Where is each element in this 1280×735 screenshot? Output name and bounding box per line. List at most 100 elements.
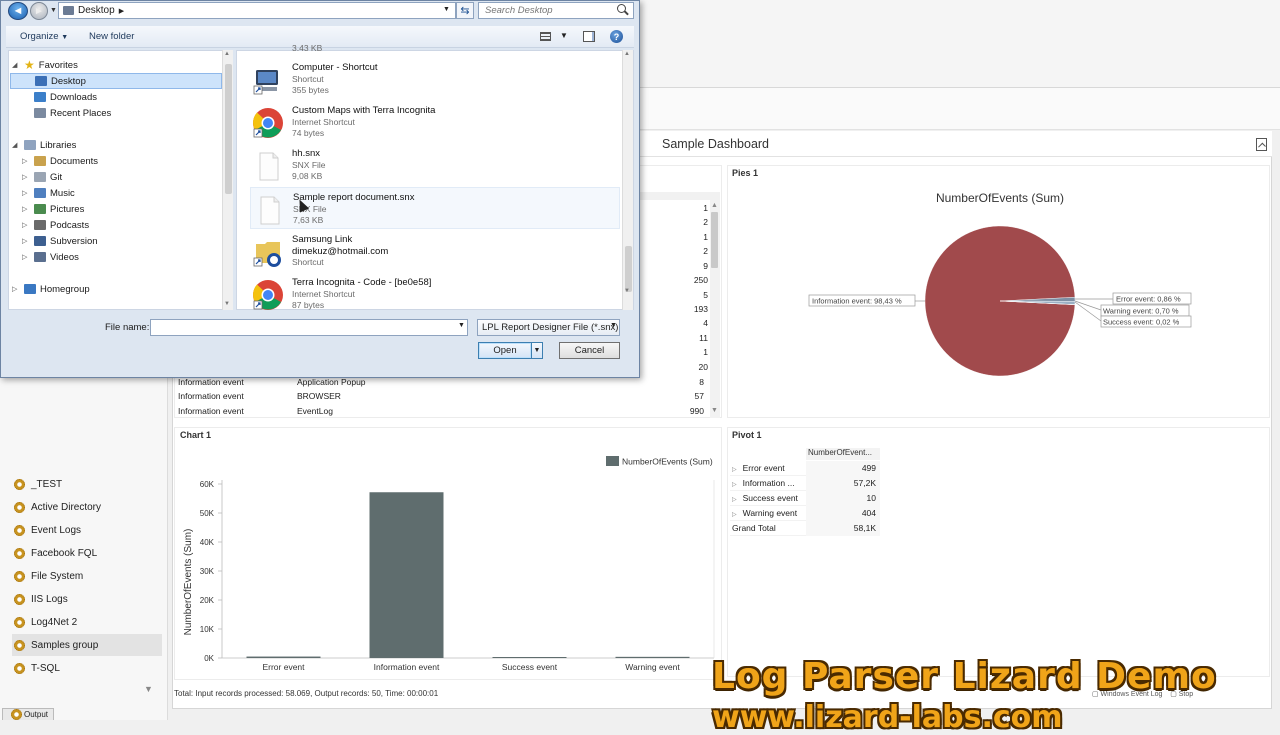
file-name: Terra Incognita - Code - [be0e58] bbox=[292, 277, 432, 288]
query-group-item[interactable]: Facebook FQL bbox=[12, 542, 162, 564]
tree-item-music[interactable]: ▷ Music bbox=[10, 185, 222, 201]
pivot-column-header[interactable]: NumberOfEvent... bbox=[806, 448, 880, 460]
address-dropdown-icon[interactable]: ▼ bbox=[443, 6, 450, 13]
tree-homegroup[interactable]: ▷ Homegroup bbox=[10, 281, 222, 297]
expander-icon[interactable]: ▷ bbox=[22, 189, 30, 197]
back-button[interactable]: ◄ bbox=[8, 2, 28, 20]
expand-icon[interactable]: ▷ bbox=[732, 497, 737, 503]
query-group-item[interactable]: T-SQL bbox=[12, 657, 162, 679]
expand-icon[interactable]: ▷ bbox=[732, 467, 737, 473]
new-folder-button[interactable]: New folder bbox=[89, 31, 134, 42]
nav-scroll-up-icon[interactable]: ▲ bbox=[224, 51, 230, 57]
expander-icon[interactable]: ▷ bbox=[22, 173, 30, 181]
file-name-input[interactable] bbox=[150, 319, 468, 336]
file-item[interactable]: Terra Incognita - Code - [be0e58] Interne… bbox=[250, 273, 620, 315]
grid-scroll-down-icon[interactable]: ▼ bbox=[711, 407, 718, 414]
file-type-select[interactable]: LPL Report Designer File (*.snx) bbox=[477, 319, 620, 336]
collapse-icon[interactable]: ◢ bbox=[12, 61, 20, 69]
tree-favorites[interactable]: ◢ ★ Favorites bbox=[10, 57, 222, 73]
change-view-icon[interactable] bbox=[540, 32, 551, 41]
open-options-dropdown-icon[interactable]: ▼ bbox=[531, 342, 543, 359]
refresh-button[interactable]: ⇆ bbox=[456, 2, 474, 19]
document-icon bbox=[259, 152, 279, 181]
file-name-dropdown-icon[interactable]: ▼ bbox=[458, 322, 465, 329]
output-tab[interactable]: Output bbox=[2, 708, 54, 720]
query-group-item[interactable]: Active Directory bbox=[12, 496, 162, 518]
query-group-item[interactable]: _TEST bbox=[12, 473, 162, 495]
tree-item-podcasts[interactable]: ▷ Podcasts bbox=[10, 217, 222, 233]
file-item[interactable]: Custom Maps with Terra Incognita Internet… bbox=[250, 101, 620, 143]
pie-label-warning: Warning event: 0,70 % bbox=[1100, 304, 1190, 317]
expander-icon[interactable]: ▷ bbox=[22, 253, 30, 261]
bar[interactable] bbox=[246, 656, 321, 658]
tree-item-subversion[interactable]: ▷ Subversion bbox=[10, 233, 222, 249]
tree-item-documents[interactable]: ▷ Documents bbox=[10, 153, 222, 169]
file-list-scrollbar[interactable] bbox=[622, 50, 633, 310]
export-icon[interactable] bbox=[1256, 138, 1267, 151]
open-button[interactable]: Open bbox=[478, 342, 532, 359]
pivot-row[interactable]: ▷ Success event 10 bbox=[730, 491, 880, 506]
organize-button[interactable]: Organize ▼ bbox=[20, 31, 68, 42]
expander-icon[interactable]: ▷ bbox=[22, 157, 30, 165]
table-row[interactable]: Information event Application Popup 8 bbox=[178, 377, 718, 391]
search-input[interactable]: Search Desktop bbox=[478, 2, 634, 19]
tree-item-videos[interactable]: ▷ Videos bbox=[10, 249, 222, 265]
table-row[interactable]: Information event BROWSER 57 bbox=[178, 391, 718, 405]
nav-scroll-down-icon[interactable]: ▼ bbox=[224, 301, 230, 307]
pivot-row[interactable]: ▷ Warning event 404 bbox=[730, 506, 880, 521]
videos-icon bbox=[34, 252, 46, 262]
query-group-item[interactable]: Event Logs bbox=[12, 519, 162, 541]
view-dropdown-icon[interactable]: ▼ bbox=[560, 31, 568, 40]
history-dropdown-icon[interactable]: ▼ bbox=[50, 7, 57, 14]
tree-item-downloads[interactable]: Downloads bbox=[10, 89, 222, 105]
tree-item-pictures[interactable]: ▷ Pictures bbox=[10, 201, 222, 217]
expand-icon[interactable]: ▷ bbox=[732, 482, 737, 488]
navigation-scrollbar[interactable] bbox=[222, 50, 233, 310]
query-group-item[interactable]: File System bbox=[12, 565, 162, 587]
collapse-icon[interactable]: ◢ bbox=[12, 141, 20, 149]
bar[interactable] bbox=[492, 657, 567, 658]
navigation-scrollbar-thumb[interactable] bbox=[225, 64, 232, 194]
bar[interactable] bbox=[615, 656, 690, 658]
files-scroll-down-icon[interactable]: ▼ bbox=[624, 288, 630, 294]
forward-button[interactable]: ► bbox=[30, 2, 48, 20]
file-item[interactable]: Samsung Link dimekuz@hotmail.com Shortcut bbox=[250, 230, 620, 272]
y-tick-label: 10K bbox=[200, 625, 215, 634]
grid-scrollbar[interactable] bbox=[710, 200, 720, 418]
file-size: 355 bytes bbox=[292, 85, 329, 95]
table-row[interactable]: Information event EventLog 990 bbox=[178, 406, 718, 420]
file-list-scrollbar-thumb[interactable] bbox=[625, 246, 632, 292]
grid-scroll-up-icon[interactable]: ▲ bbox=[711, 202, 718, 209]
expander-icon[interactable]: ▷ bbox=[22, 205, 30, 213]
pivot-row[interactable]: ▷ Information ... 57,2K bbox=[730, 476, 880, 491]
tree-item-desktop[interactable]: Desktop bbox=[10, 73, 222, 89]
preview-pane-icon[interactable] bbox=[583, 31, 595, 42]
address-bar[interactable]: Desktop ▶ bbox=[58, 2, 456, 19]
cancel-button[interactable]: Cancel bbox=[559, 342, 620, 359]
expander-icon[interactable]: ▷ bbox=[22, 221, 30, 229]
file-item[interactable]: hh.snx SNX File 9,08 KB bbox=[250, 144, 620, 186]
grid-count-cell: 1 bbox=[703, 347, 708, 357]
file-item[interactable]: Computer - Shortcut Shortcut 355 bytes bbox=[250, 58, 620, 100]
pivot-row[interactable]: ▷ Error event 499 bbox=[730, 461, 880, 476]
collapse-arrow-icon[interactable]: ▼ bbox=[144, 684, 153, 694]
expand-icon[interactable]: ▷ bbox=[732, 512, 737, 518]
query-group-item[interactable]: Samples group bbox=[12, 634, 162, 656]
expander-icon[interactable]: ▷ bbox=[22, 237, 30, 245]
query-group-item[interactable]: Log4Net 2 bbox=[12, 611, 162, 633]
tree-item-recent-places[interactable]: Recent Places bbox=[10, 105, 222, 121]
help-icon[interactable]: ? bbox=[610, 30, 623, 43]
bars bbox=[246, 492, 690, 658]
breadcrumb-arrow-icon[interactable]: ▶ bbox=[119, 7, 124, 15]
grid-scrollbar-thumb[interactable] bbox=[711, 212, 718, 268]
file-type-dropdown-icon[interactable]: ▼ bbox=[610, 322, 617, 329]
tree-item-git[interactable]: ▷ Git bbox=[10, 169, 222, 185]
pie-chart-title: NumberOfEvents (Sum) bbox=[936, 191, 1064, 205]
expander-icon[interactable]: ▷ bbox=[12, 285, 20, 293]
files-scroll-up-icon[interactable]: ▲ bbox=[624, 51, 630, 57]
bar[interactable] bbox=[369, 492, 444, 658]
tree-libraries[interactable]: ◢ Libraries bbox=[10, 137, 222, 153]
query-group-item[interactable]: IIS Logs bbox=[12, 588, 162, 610]
search-icon[interactable] bbox=[617, 4, 626, 13]
file-size: 87 bytes bbox=[292, 300, 325, 310]
